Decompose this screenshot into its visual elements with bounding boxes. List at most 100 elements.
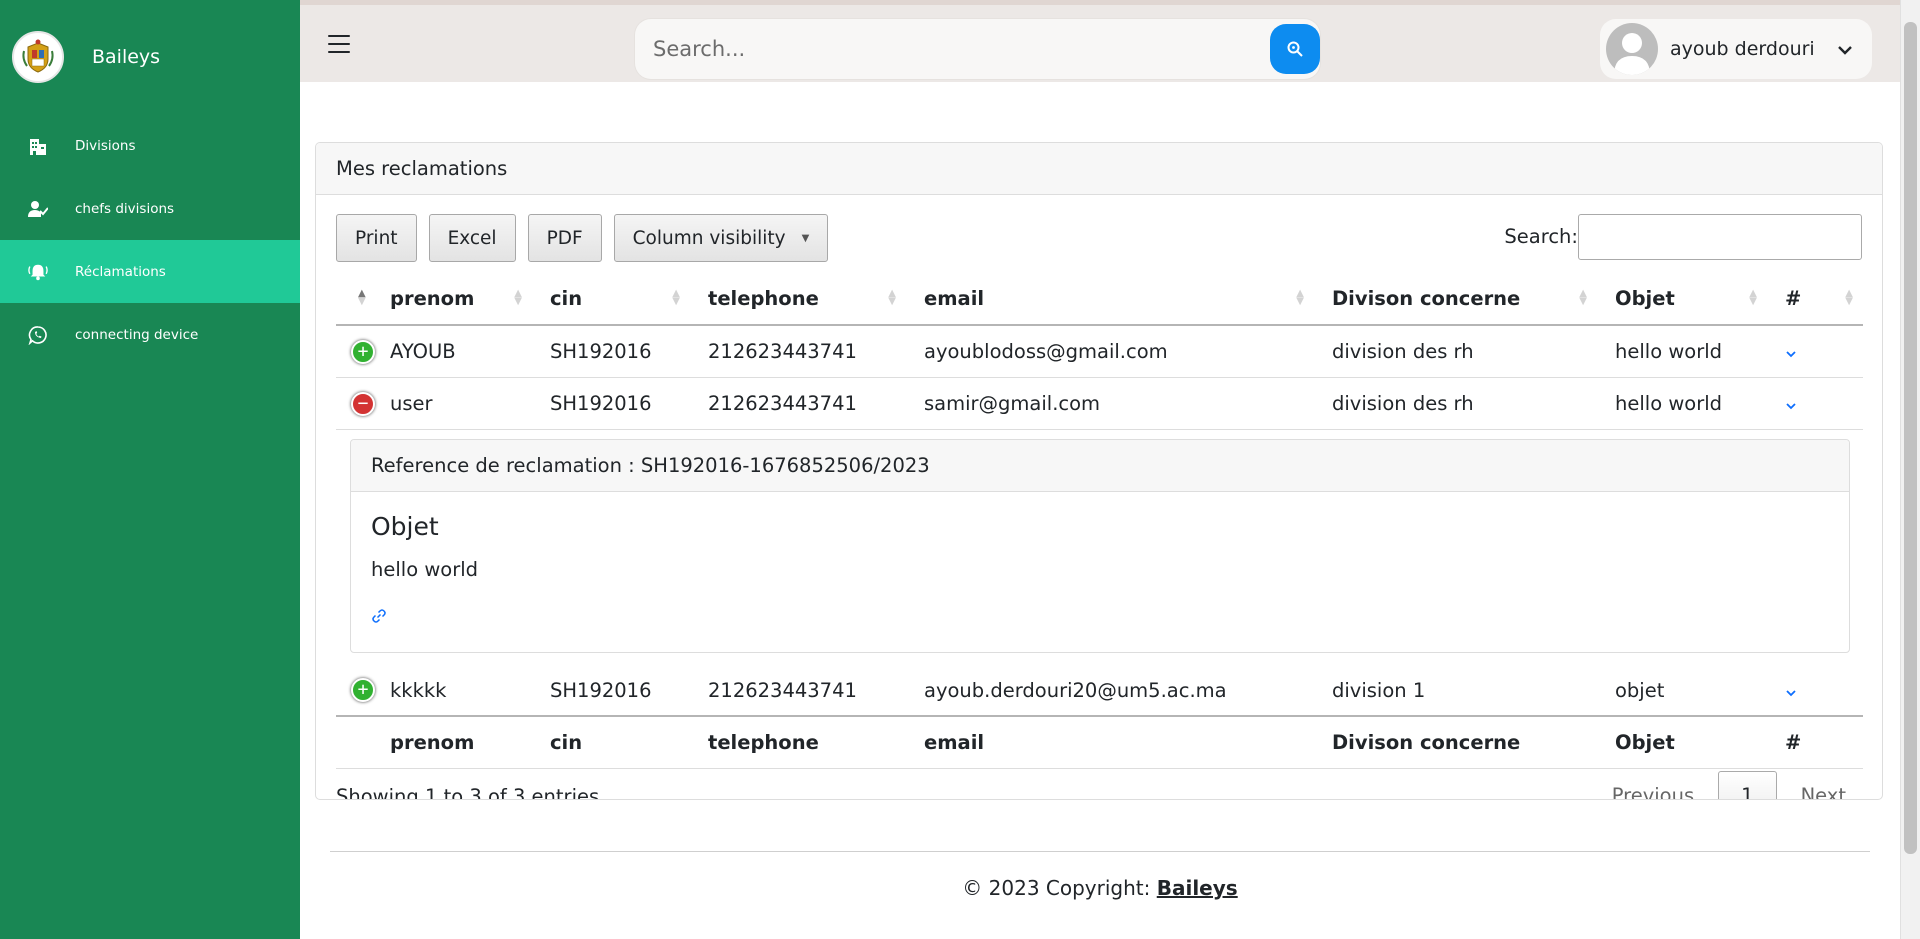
footer-label: email [924,731,985,754]
sort-icon: ▲ ▼ [1296,288,1304,307]
sort-icon: ▲ ▼ [672,288,680,307]
table-header: ▲ ▼ prenom ▲ ▼ cin ▲ ▼ telephone ▲ ▼ email ▲ ▼ Di… [336,272,1863,326]
table-info: Showing 1 to 3 of 3 entries [336,785,600,800]
sort-icon: ▲ ▼ [1845,288,1853,307]
cell-telephone: 212623443741 [708,392,857,415]
bell-icon [28,262,48,282]
header-cin[interactable]: cin ▲ ▼ [550,287,708,310]
header-objet[interactable]: Objet ▲ ▼ [1615,287,1785,310]
chevron-down-icon [1837,40,1853,59]
cell-prenom: kkkkk [390,678,447,702]
scroll-thumb[interactable] [1904,22,1917,854]
table-row: + AYOUB SH192016 212623443741 ayoublodos… [336,326,1863,378]
brand-logo [12,31,64,83]
header-prenom[interactable]: prenom ▲ ▼ [390,287,550,310]
sidebar-item-connecting-device[interactable]: connecting device [0,303,300,366]
search-input[interactable] [653,19,1213,79]
cell-prenom: AYOUB [390,340,456,363]
expand-icon[interactable]: + [351,678,375,702]
cell-division: division 1 [1332,678,1426,702]
table-row: − user SH192016 212623443741 samir@gmail… [336,378,1863,430]
footer-divider [330,851,1870,852]
cell-telephone: 212623443741 [708,678,857,702]
cell-prenom: user [390,392,433,415]
pdf-button-label: PDF [546,227,583,249]
vertical-scrollbar[interactable] [1900,0,1920,939]
print-button[interactable]: Print [336,214,417,262]
copyright-text: © 2023 Copyright: [962,876,1151,900]
chevron-down-icon[interactable] [1785,340,1797,363]
global-search [635,19,1320,79]
sidebar: Baileys Divisions chefs divisions Réclam… [0,0,300,939]
reference-label: Reference de reclamation : SH192016-1676… [351,440,1849,492]
column-visibility-button[interactable]: Column visibility ▼ [613,214,829,262]
topbar: ayoub derdouri [300,0,1900,82]
cell-objet: hello world [1615,340,1723,363]
header-label: prenom [390,286,475,310]
sidebar-item-label: Divisions [75,137,136,154]
avatar [1606,23,1658,75]
previous-page-button[interactable]: Previous [1596,771,1710,800]
pdf-button[interactable]: PDF [527,214,602,262]
user-name: ayoub derdouri [1670,38,1815,60]
column-visibility-label: Column visibility [632,227,786,249]
cell-cin: SH192016 [550,678,652,702]
footer-label: # [1785,731,1802,754]
page-button[interactable]: 1 [1718,771,1777,799]
sidebar-item-label: chefs divisions [75,200,175,217]
chevron-down-icon[interactable] [1785,679,1797,702]
page-footer: © 2023 Copyright: Baileys [300,876,1900,900]
table-search-input[interactable] [1578,214,1862,260]
sidebar-item-reclamations[interactable]: Réclamations [0,240,300,303]
sidebar-item-chefs-divisions[interactable]: chefs divisions [0,177,300,240]
header-actions[interactable]: # ▲ ▼ [1785,287,1863,310]
cell-objet: hello world [1615,392,1723,415]
brand-name: Baileys [92,46,161,68]
caret-down-icon: ▼ [801,232,810,244]
sidebar-item-label: Réclamations [75,263,166,280]
sort-icon: ▲ ▼ [1749,288,1757,307]
link-icon[interactable] [371,608,387,628]
footer-label: telephone [708,731,819,754]
cell-email: ayoub.derdouri20@um5.ac.ma [924,678,1227,702]
cell-email: ayoublodoss@gmail.com [924,340,1168,363]
export-toolbar: Print Excel PDF Column visibility ▼ [336,214,840,262]
menu-toggle-icon[interactable] [328,35,350,53]
excel-button-label: Excel [447,227,497,249]
header-label: telephone [708,286,819,310]
sort-icon: ▲ ▼ [1579,288,1587,307]
header-label: Objet [1615,286,1675,310]
collapse-icon[interactable]: − [351,391,375,416]
header-division[interactable]: Divison concerne ▲ ▼ [1332,287,1615,310]
cell-division: division des rh [1332,340,1474,363]
header-control[interactable]: ▲ ▼ [336,271,390,325]
expand-icon[interactable]: + [351,339,375,364]
user-menu[interactable]: ayoub derdouri [1600,19,1872,79]
cell-objet: objet [1615,678,1665,702]
user-check-icon [28,199,48,219]
table-search-label: Search: [1504,225,1578,248]
brand[interactable]: Baileys [0,0,300,114]
pagination: Previous 1 Next [1596,771,1862,800]
header-label: email [924,286,985,310]
sort-icon: ▲ ▼ [888,288,896,307]
cell-cin: SH192016 [550,392,652,415]
row-detail-panel: Reference de reclamation : SH192016-1676… [350,439,1850,653]
reclamations-card: Mes reclamations Print Excel PDF Column … [315,142,1883,800]
table-row: + kkkkk SH192016 212623443741 ayoub.derd… [336,665,1863,717]
next-page-button[interactable]: Next [1785,771,1862,800]
search-icon [1287,41,1303,57]
footer-brand-link[interactable]: Baileys [1157,876,1238,900]
sort-icon: ▲ ▼ [358,288,366,307]
cell-division: division des rh [1332,392,1474,415]
header-email[interactable]: email ▲ ▼ [924,287,1332,310]
header-telephone[interactable]: telephone ▲ ▼ [708,287,924,310]
search-button[interactable] [1270,24,1320,74]
chevron-down-icon[interactable] [1785,392,1797,415]
footer-label: Objet [1615,731,1675,754]
header-label: cin [550,286,583,310]
excel-button[interactable]: Excel [428,214,516,262]
sidebar-item-divisions[interactable]: Divisions [0,114,300,177]
header-label: # [1785,286,1802,310]
footer-label: Divison concerne [1332,731,1521,754]
